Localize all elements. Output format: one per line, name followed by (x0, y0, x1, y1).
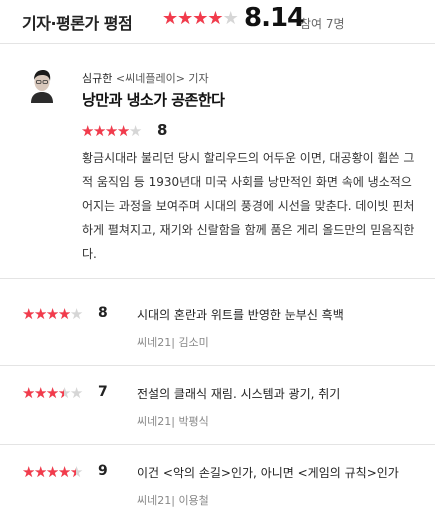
star-icon: ★★ (69, 463, 83, 481)
star-icon: ★★ (22, 384, 35, 402)
star-fill-icon: ★ (162, 8, 178, 29)
item-score: 8 (98, 305, 108, 321)
reviewer-outlet: <씨네플레이> (115, 72, 185, 85)
star-icon: ★★ (104, 122, 118, 140)
review-body-line: 하게 펼쳐지고, 재기와 신랄함을 함께 품은 게리 올드만의 믿음직한 (82, 223, 415, 237)
participant-count: 참여 7명 (300, 17, 345, 31)
star-icon: ★★ (33, 463, 47, 481)
star-fill-icon: ★ (57, 305, 70, 323)
star-icon: ★★ (22, 305, 35, 323)
item-comment: 이건 <악의 손길>인가, 아니면 <게임의 규칙>인가 (137, 466, 399, 480)
star-icon: ★★ (92, 122, 106, 140)
star-icon: ★★ (33, 384, 47, 402)
star-icon: ★★ (45, 305, 59, 323)
star-icon: ★★ (128, 122, 142, 140)
review-body: 황금시대라 불리던 당시 할리우드의 어두운 이면, 대공황이 휩쓴 그 적 움… (82, 146, 435, 266)
review-body-line: 황금시대라 불리던 당시 할리우드의 어두운 이면, 대공황이 휩쓴 그 (82, 151, 415, 165)
star-icon: ★★ (69, 384, 83, 402)
star-fill-icon: ★ (33, 463, 46, 481)
item-source: 씨네21| 박평식 (137, 415, 209, 428)
star-icon: ★★ (192, 8, 208, 29)
star-icon: ★★ (81, 122, 94, 140)
item-star-rating: ★★★★★★★★★★ (22, 463, 83, 481)
list-item[interactable]: ★★★★★★★★★★ 8 시대의 혼란과 위트를 반영한 눈부신 흑백 씨네21… (0, 305, 435, 365)
star-fill-icon: ★ (45, 384, 58, 402)
star-icon: ★★ (45, 384, 59, 402)
portrait-photo-icon (24, 67, 60, 103)
star-fill-icon: ★ (116, 122, 129, 140)
reviewer-byline: 심규한 <씨네플레이> 기자 (82, 70, 209, 86)
star-fill-icon: ★ (57, 463, 70, 481)
list-item[interactable]: ★★★★★★★★★★ 9 이건 <악의 손길>인가, 아니면 <게임의 규칙>인… (0, 463, 435, 523)
avatar[interactable] (24, 67, 60, 103)
review-body-line: 어지는 과정을 보여주며 시대의 풍경에 시선을 맞춘다. 데이빗 핀처 (82, 199, 415, 213)
star-icon: ★★ (57, 463, 71, 481)
star-fill-icon: ★ (33, 384, 46, 402)
list-item[interactable]: ★★★★★★★★★★ 7 전설의 클래식 재림. 시스템과 광기, 취기 씨네2… (0, 384, 435, 444)
item-comment: 전설의 클래식 재림. 시스템과 광기, 취기 (137, 387, 341, 401)
star-fill-icon: ★ (22, 463, 34, 481)
average-star-rating: ★★★★★★★★★★ (162, 8, 239, 29)
star-icon: ★★ (162, 8, 178, 29)
star-fill-icon: ★ (58, 384, 64, 402)
review-body-line: 적 움직임 등 1930년대 미국 사회를 낭만적인 화면 속에 냉소적으 (82, 175, 412, 189)
star-fill-icon: ★ (207, 8, 223, 29)
section-title: 기자·평론가 평점 (22, 14, 133, 33)
item-score: 9 (98, 463, 108, 479)
star-fill-icon: ★ (92, 122, 105, 140)
star-fill-icon: ★ (45, 463, 58, 481)
star-fill-icon: ★ (22, 305, 34, 323)
item-source: 씨네21| 김소미 (137, 336, 209, 349)
review-star-rating: ★★★★★★★★★★ (81, 122, 142, 140)
star-fill-icon: ★ (22, 384, 34, 402)
review-title[interactable]: 낭만과 냉소가 공존한다 (82, 89, 225, 110)
star-icon: ★★ (45, 463, 59, 481)
star-fill-icon: ★ (177, 8, 193, 29)
star-fill-icon: ★ (33, 305, 46, 323)
list-divider (0, 365, 435, 366)
star-icon: ★★ (22, 463, 35, 481)
featured-divider (0, 278, 435, 279)
star-icon: ★★ (57, 384, 71, 402)
star-icon: ★★ (222, 8, 239, 29)
header-divider (0, 43, 435, 44)
average-score: 8.14 (244, 3, 305, 33)
star-fill-icon: ★ (70, 463, 76, 481)
rating-header: 기자·평론가 평점 ★★★★★★★★★★ 8.14 참여 7명 (22, 3, 435, 35)
star-icon: ★★ (33, 305, 47, 323)
star-icon: ★★ (57, 305, 71, 323)
star-icon: ★★ (69, 305, 83, 323)
item-star-rating: ★★★★★★★★★★ (22, 384, 83, 402)
list-divider (0, 444, 435, 445)
star-fill-icon: ★ (81, 122, 93, 140)
star-fill-icon: ★ (45, 305, 58, 323)
item-comment: 시대의 혼란과 위트를 반영한 눈부신 흑백 (137, 308, 344, 322)
reviewer-role: 기자 (188, 72, 209, 85)
star-icon: ★★ (177, 8, 193, 29)
review-score: 8 (157, 121, 168, 139)
star-icon: ★★ (116, 122, 130, 140)
reviewer-name[interactable]: 심규한 (82, 72, 112, 85)
star-icon: ★★ (207, 8, 223, 29)
star-fill-icon: ★ (192, 8, 208, 29)
item-source: 씨네21| 이용철 (137, 494, 209, 507)
star-fill-icon: ★ (104, 122, 117, 140)
item-score: 7 (98, 384, 108, 400)
item-star-rating: ★★★★★★★★★★ (22, 305, 83, 323)
review-body-line: 다. (82, 247, 97, 261)
